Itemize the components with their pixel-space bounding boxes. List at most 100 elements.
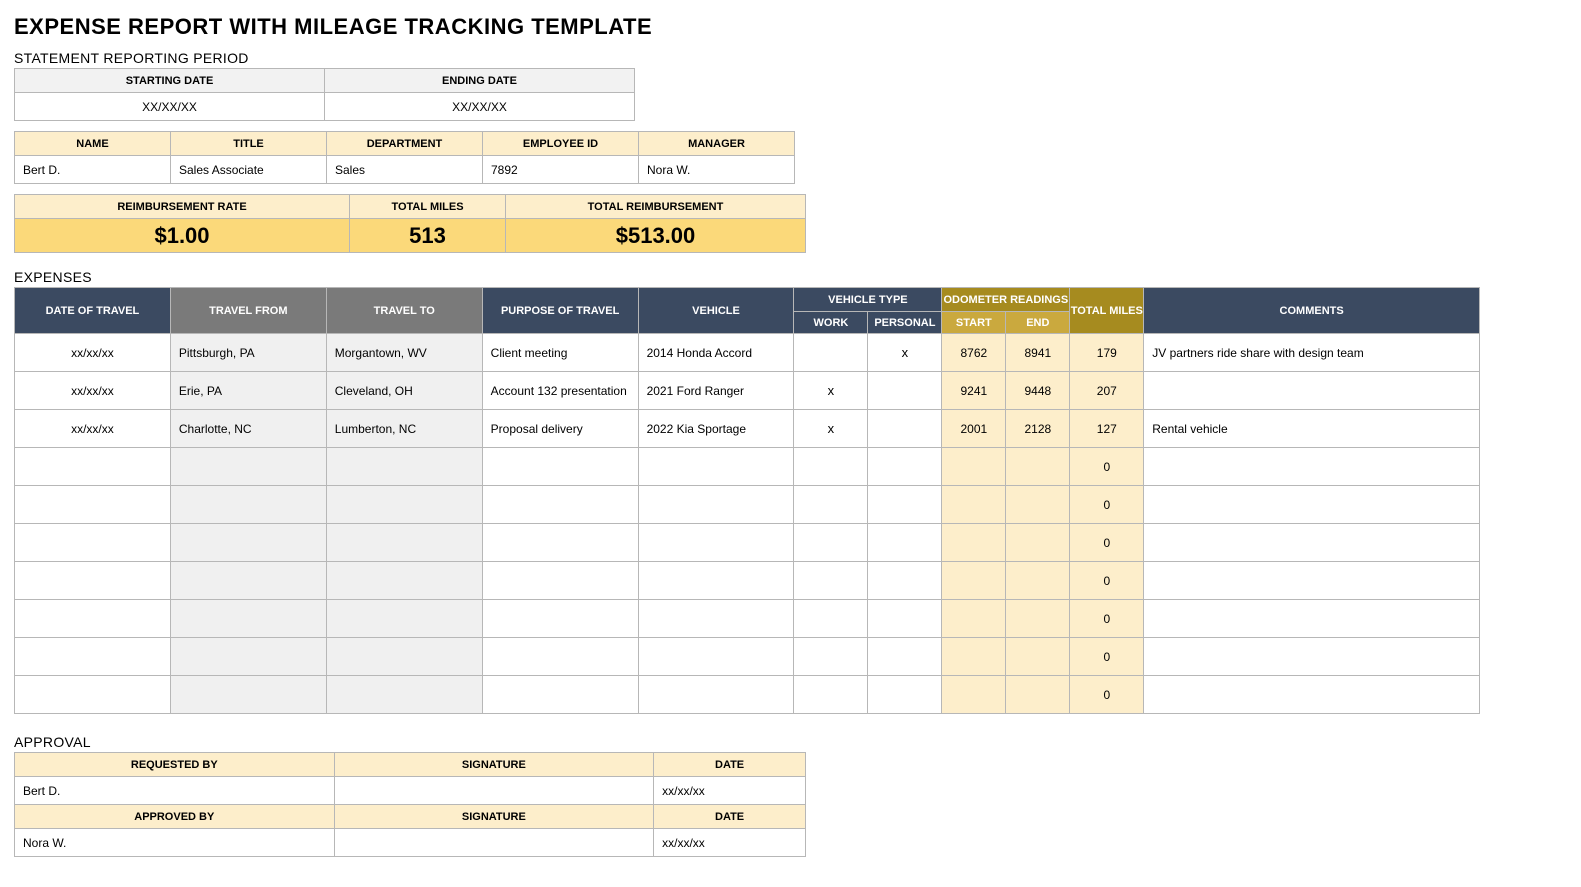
from-cell[interactable] [170,638,326,676]
from-cell[interactable] [170,486,326,524]
personal-cell[interactable] [868,638,942,676]
odo-start-cell[interactable] [942,638,1006,676]
purpose-cell[interactable]: Client meeting [482,334,638,372]
vehicle-cell[interactable]: 2014 Honda Accord [638,334,794,372]
to-cell[interactable]: Cleveland, OH [326,372,482,410]
to-cell[interactable] [326,562,482,600]
requested-by-value[interactable]: Bert D. [15,777,335,805]
vehicle-cell[interactable] [638,524,794,562]
purpose-cell[interactable] [482,448,638,486]
vehicle-cell[interactable] [638,562,794,600]
comments-cell[interactable]: JV partners ride share with design team [1144,334,1480,372]
personal-cell[interactable] [868,562,942,600]
work-cell[interactable]: x [794,372,868,410]
odo-end-cell[interactable] [1006,562,1070,600]
odo-start-cell[interactable]: 2001 [942,410,1006,448]
from-cell[interactable] [170,448,326,486]
comments-cell[interactable] [1144,372,1480,410]
personal-cell[interactable] [868,600,942,638]
name-value[interactable]: Bert D. [15,156,171,184]
work-cell[interactable] [794,600,868,638]
purpose-cell[interactable] [482,562,638,600]
work-cell[interactable] [794,676,868,714]
comments-cell[interactable] [1144,448,1480,486]
date-cell[interactable] [15,448,171,486]
date-cell[interactable]: xx/xx/xx [15,410,171,448]
date-cell[interactable] [15,562,171,600]
comments-cell[interactable] [1144,562,1480,600]
date-cell[interactable] [15,486,171,524]
to-cell[interactable] [326,524,482,562]
requested-date-value[interactable]: xx/xx/xx [654,777,806,805]
date-cell[interactable] [15,638,171,676]
from-cell[interactable]: Pittsburgh, PA [170,334,326,372]
odo-start-cell[interactable] [942,524,1006,562]
vehicle-cell[interactable] [638,638,794,676]
personal-cell[interactable] [868,410,942,448]
to-cell[interactable] [326,486,482,524]
date-cell[interactable]: xx/xx/xx [15,334,171,372]
from-cell[interactable] [170,524,326,562]
odo-end-cell[interactable]: 8941 [1006,334,1070,372]
comments-cell[interactable] [1144,524,1480,562]
requested-signature-value[interactable] [334,777,654,805]
date-cell[interactable] [15,676,171,714]
work-cell[interactable] [794,334,868,372]
approved-signature-value[interactable] [334,829,654,857]
to-cell[interactable]: Lumberton, NC [326,410,482,448]
manager-value[interactable]: Nora W. [639,156,795,184]
starting-date-value[interactable]: XX/XX/XX [15,93,325,121]
vehicle-cell[interactable] [638,486,794,524]
comments-cell[interactable]: Rental vehicle [1144,410,1480,448]
work-cell[interactable] [794,448,868,486]
work-cell[interactable] [794,562,868,600]
date-cell[interactable]: xx/xx/xx [15,372,171,410]
odo-end-cell[interactable] [1006,448,1070,486]
odo-start-cell[interactable] [942,562,1006,600]
to-cell[interactable] [326,638,482,676]
department-value[interactable]: Sales [327,156,483,184]
from-cell[interactable]: Erie, PA [170,372,326,410]
odo-end-cell[interactable] [1006,638,1070,676]
odo-end-cell[interactable]: 2128 [1006,410,1070,448]
from-cell[interactable]: Charlotte, NC [170,410,326,448]
odo-end-cell[interactable] [1006,524,1070,562]
vehicle-cell[interactable]: 2022 Kia Sportage [638,410,794,448]
odo-start-cell[interactable]: 9241 [942,372,1006,410]
odo-start-cell[interactable] [942,600,1006,638]
date-cell[interactable] [15,600,171,638]
personal-cell[interactable]: x [868,334,942,372]
comments-cell[interactable] [1144,600,1480,638]
comments-cell[interactable] [1144,638,1480,676]
to-cell[interactable] [326,448,482,486]
personal-cell[interactable] [868,372,942,410]
from-cell[interactable] [170,562,326,600]
vehicle-cell[interactable] [638,676,794,714]
purpose-cell[interactable] [482,524,638,562]
vehicle-cell[interactable] [638,600,794,638]
purpose-cell[interactable] [482,638,638,676]
odo-end-cell[interactable] [1006,600,1070,638]
to-cell[interactable]: Morgantown, WV [326,334,482,372]
purpose-cell[interactable]: Proposal delivery [482,410,638,448]
date-cell[interactable] [15,524,171,562]
odo-start-cell[interactable] [942,676,1006,714]
work-cell[interactable] [794,524,868,562]
work-cell[interactable] [794,486,868,524]
comments-cell[interactable] [1144,486,1480,524]
to-cell[interactable] [326,676,482,714]
to-cell[interactable] [326,600,482,638]
purpose-cell[interactable] [482,486,638,524]
from-cell[interactable] [170,600,326,638]
vehicle-cell[interactable] [638,448,794,486]
ending-date-value[interactable]: XX/XX/XX [325,93,635,121]
work-cell[interactable]: x [794,410,868,448]
odo-end-cell[interactable] [1006,676,1070,714]
comments-cell[interactable] [1144,676,1480,714]
approved-by-value[interactable]: Nora W. [15,829,335,857]
reimbursement-rate-value[interactable]: $1.00 [15,219,350,253]
personal-cell[interactable] [868,524,942,562]
purpose-cell[interactable] [482,676,638,714]
employee-id-value[interactable]: 7892 [483,156,639,184]
odo-start-cell[interactable] [942,486,1006,524]
